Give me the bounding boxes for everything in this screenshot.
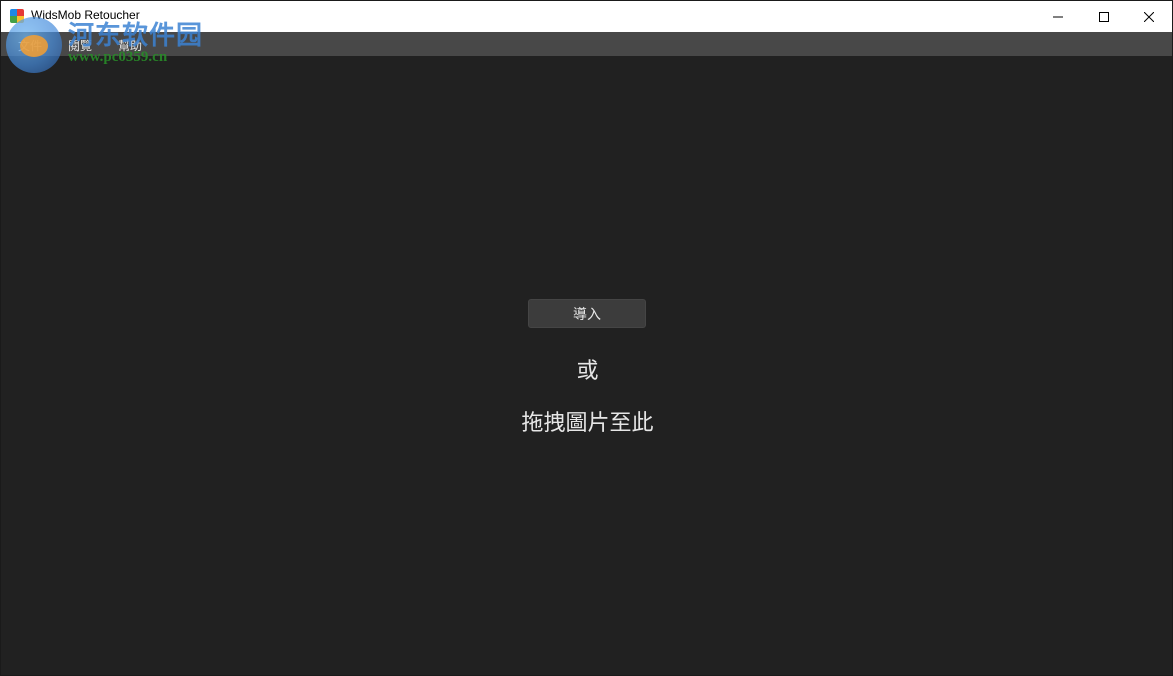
close-button[interactable] xyxy=(1126,1,1172,32)
menu-file[interactable]: 文件 xyxy=(18,37,42,54)
window-title: WidsMob Retoucher xyxy=(31,8,140,22)
import-button[interactable]: 導入 xyxy=(528,299,646,328)
minimize-icon xyxy=(1053,16,1063,17)
maximize-icon xyxy=(1099,11,1109,22)
minimize-button[interactable] xyxy=(1035,1,1081,32)
app-icon xyxy=(10,9,24,23)
close-icon xyxy=(1144,11,1154,22)
drop-zone-hint: 拖拽圖片至此 xyxy=(521,411,654,436)
app-window: WidsMob Retoucher 文件 閱覽 幫助 河东软件园 www.pc0 xyxy=(0,0,1173,676)
or-text: 或 xyxy=(576,359,599,384)
maximize-button[interactable] xyxy=(1081,1,1127,32)
menu-view[interactable]: 閱覽 xyxy=(68,37,92,54)
title-bar[interactable]: WidsMob Retoucher xyxy=(1,1,1172,32)
menu-bar: 文件 閱覽 幫助 xyxy=(1,32,1172,56)
menu-help[interactable]: 幫助 xyxy=(118,37,142,54)
